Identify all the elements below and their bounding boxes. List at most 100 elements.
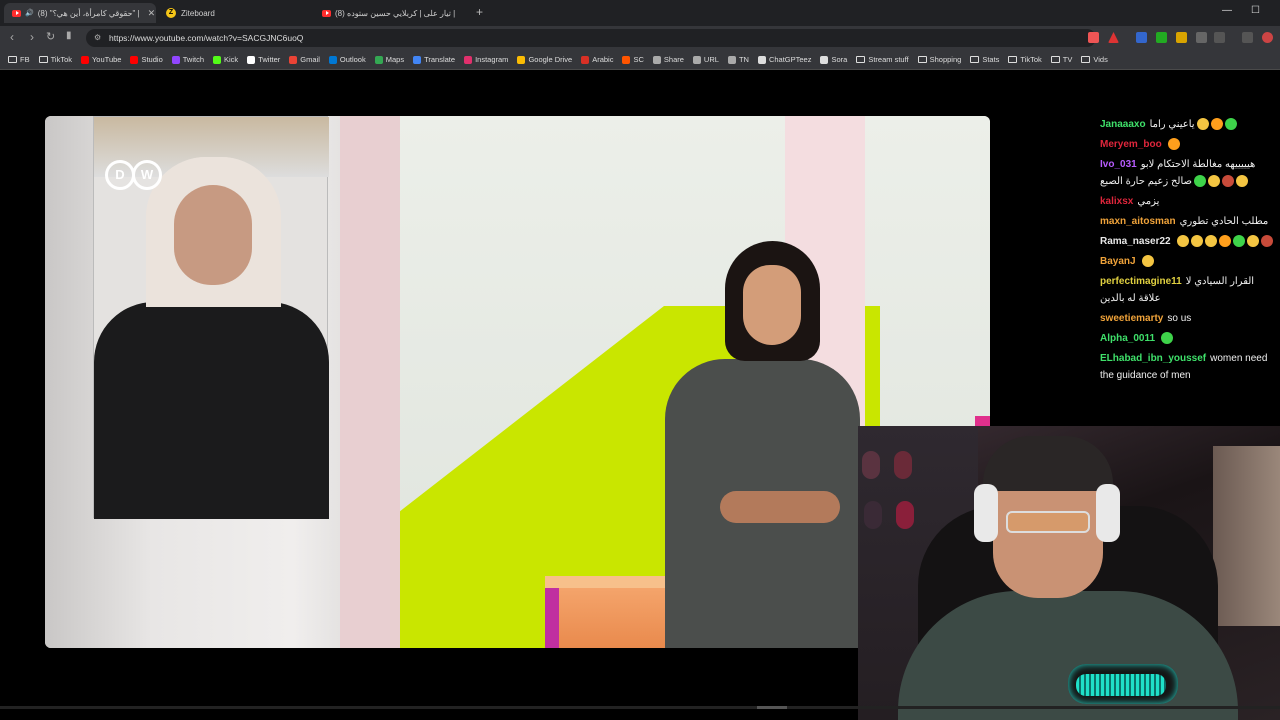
bookmark-item[interactable]: Sora bbox=[820, 55, 847, 64]
bookmark-item[interactable]: TikTok bbox=[38, 55, 72, 64]
tab-close-icon[interactable]: ✕ bbox=[148, 8, 156, 19]
bookmark-item[interactable]: Stats bbox=[970, 55, 999, 64]
bookmark-label: Outlook bbox=[339, 55, 366, 64]
bookmark-item[interactable]: Vids bbox=[1081, 55, 1108, 64]
host-face bbox=[743, 265, 801, 345]
ziteboard-favicon-icon: Z bbox=[166, 8, 176, 18]
chat-username[interactable]: maxn_aitosman bbox=[1100, 216, 1176, 227]
maximize-button[interactable]: ☐ bbox=[1251, 5, 1260, 16]
bookmark-item[interactable]: Twitch bbox=[171, 55, 205, 64]
browser-tab-strip: 🔊 (8) "حقوقي كامرأة، أين هي؟" | ✕ Z Zite… bbox=[0, 0, 1280, 26]
bookmark-icon[interactable]: ▮ bbox=[66, 30, 72, 41]
site-favicon-icon bbox=[692, 55, 701, 64]
media-control-icon[interactable] bbox=[1242, 32, 1253, 43]
bookmark-label: Twitch bbox=[182, 55, 205, 64]
extension-audio-icon[interactable] bbox=[1136, 32, 1147, 43]
chat-username[interactable]: Ivo_031 bbox=[1100, 159, 1137, 170]
bookmark-item[interactable]: URL bbox=[692, 55, 719, 64]
tab-title: Ziteboard bbox=[181, 8, 215, 18]
headphone-right bbox=[1096, 484, 1120, 542]
bookmark-item[interactable]: Shopping bbox=[917, 55, 961, 64]
site-favicon-icon bbox=[413, 55, 422, 64]
sidebar-icon[interactable] bbox=[1214, 32, 1225, 43]
tab-youtube-active[interactable]: 🔊 (8) "حقوقي كامرأة، أين هي؟" | ✕ bbox=[4, 3, 156, 23]
chat-emote-icon bbox=[1246, 235, 1259, 248]
bookmark-item[interactable]: Instagram bbox=[464, 55, 508, 64]
chat-emote-icon bbox=[1161, 332, 1174, 345]
address-bar[interactable]: ⚙ https://www.youtube.com/watch?v=SACGJN… bbox=[86, 29, 1096, 47]
chat-username[interactable]: sweetiemarty bbox=[1100, 313, 1163, 324]
extension-green-icon[interactable] bbox=[1156, 32, 1167, 43]
bookmark-label: YouTube bbox=[91, 55, 122, 64]
bookmark-item[interactable]: FB bbox=[8, 55, 30, 64]
bookmark-item[interactable]: TV bbox=[1050, 55, 1072, 64]
site-favicon-icon bbox=[581, 55, 590, 64]
bookmark-item[interactable]: ChatGPTeez bbox=[757, 55, 811, 64]
extension-triangle-icon[interactable] bbox=[1108, 32, 1119, 43]
dw-logo-w: W bbox=[132, 160, 162, 190]
wall-hook bbox=[864, 501, 882, 529]
reload-icon[interactable]: ↻ bbox=[46, 30, 55, 43]
profile-avatar-icon[interactable] bbox=[1262, 32, 1273, 43]
new-tab-button[interactable]: + bbox=[476, 5, 483, 19]
dw-logo: DW bbox=[105, 160, 162, 190]
chat-username[interactable]: BayanJ bbox=[1100, 256, 1136, 267]
bookmark-item[interactable]: Twitter bbox=[247, 55, 280, 64]
bookmark-item[interactable]: Gmail bbox=[289, 55, 320, 64]
bookmark-item[interactable]: Share bbox=[652, 55, 684, 64]
bookmark-item[interactable]: Translate bbox=[413, 55, 455, 64]
extensions-puzzle-icon[interactable] bbox=[1196, 32, 1207, 43]
site-favicon-icon bbox=[130, 55, 139, 64]
bookmark-label: TikTok bbox=[1020, 55, 1042, 64]
site-favicon-icon bbox=[517, 55, 526, 64]
site-favicon-icon bbox=[328, 55, 337, 64]
tab-title: (8) تيار على | كربلايي حسين ستوده | bbox=[335, 8, 456, 18]
youtube-favicon-icon bbox=[322, 9, 331, 17]
chat-username[interactable]: ELhabad_ibn_youssef bbox=[1100, 353, 1206, 364]
folder-icon bbox=[1008, 56, 1018, 63]
host-arms bbox=[720, 491, 840, 523]
youtube-video-player[interactable]: DW bbox=[45, 116, 990, 648]
chat-username[interactable]: Meryem_boo bbox=[1100, 139, 1162, 150]
bookmark-item[interactable]: Maps bbox=[374, 55, 404, 64]
chat-message: Alpha_0011 bbox=[1100, 330, 1278, 347]
bookmark-item[interactable]: Kick bbox=[213, 55, 238, 64]
bookmark-item[interactable]: Arabic bbox=[581, 55, 613, 64]
bookmark-label: URL bbox=[703, 55, 719, 64]
studio-pink-panel bbox=[340, 116, 400, 648]
chat-emote-icon bbox=[1204, 235, 1217, 248]
desk-side-magenta bbox=[545, 588, 559, 648]
chat-message: Ivo_031 هيييييهه مغالطة الاحتكام لابو صال… bbox=[1100, 156, 1278, 190]
bookmark-item[interactable]: Google Drive bbox=[517, 55, 572, 64]
forward-icon[interactable]: › bbox=[30, 30, 34, 44]
extension-yellow-icon[interactable] bbox=[1176, 32, 1187, 43]
bookmark-item[interactable]: YouTube bbox=[80, 55, 122, 64]
chat-username[interactable]: Rama_naser22 bbox=[1100, 236, 1171, 247]
site-favicon-icon bbox=[622, 55, 631, 64]
headphone-left bbox=[974, 484, 998, 542]
back-icon[interactable]: ‹ bbox=[10, 30, 14, 44]
tab-youtube-2[interactable]: (8) تيار على | كربلايي حسين ستوده | bbox=[314, 3, 469, 23]
chat-username[interactable]: Alpha_0011 bbox=[1100, 333, 1155, 344]
bookmark-item[interactable]: Stream stuff bbox=[856, 55, 909, 64]
bookmark-label: Gmail bbox=[300, 55, 320, 64]
minimize-button[interactable]: — bbox=[1222, 5, 1232, 16]
bookmark-label: Vids bbox=[1093, 55, 1108, 64]
tab-ziteboard[interactable]: Z Ziteboard bbox=[158, 3, 308, 23]
chat-emote-icon bbox=[1207, 175, 1220, 188]
bookmark-item[interactable]: Studio bbox=[130, 55, 163, 64]
chat-username[interactable]: kalixsx bbox=[1100, 196, 1133, 207]
bookmark-label: Share bbox=[663, 55, 684, 64]
bookmark-item[interactable]: TN bbox=[727, 55, 749, 64]
bookmark-item[interactable]: TikTok bbox=[1008, 55, 1042, 64]
folder-icon bbox=[856, 56, 866, 63]
bookmark-item[interactable]: SC bbox=[622, 55, 644, 64]
chat-username[interactable]: perfectimagine11 bbox=[1100, 276, 1182, 287]
site-favicon-icon bbox=[171, 55, 180, 64]
extension-shield-icon[interactable] bbox=[1088, 32, 1099, 43]
site-info-icon[interactable]: ⚙ bbox=[94, 29, 101, 47]
video-progress-track[interactable] bbox=[0, 706, 1280, 709]
bookmark-item[interactable]: Outlook bbox=[328, 55, 366, 64]
chat-username[interactable]: Janaaaxo bbox=[1100, 119, 1146, 130]
bookmark-label: Stats bbox=[982, 55, 1000, 64]
